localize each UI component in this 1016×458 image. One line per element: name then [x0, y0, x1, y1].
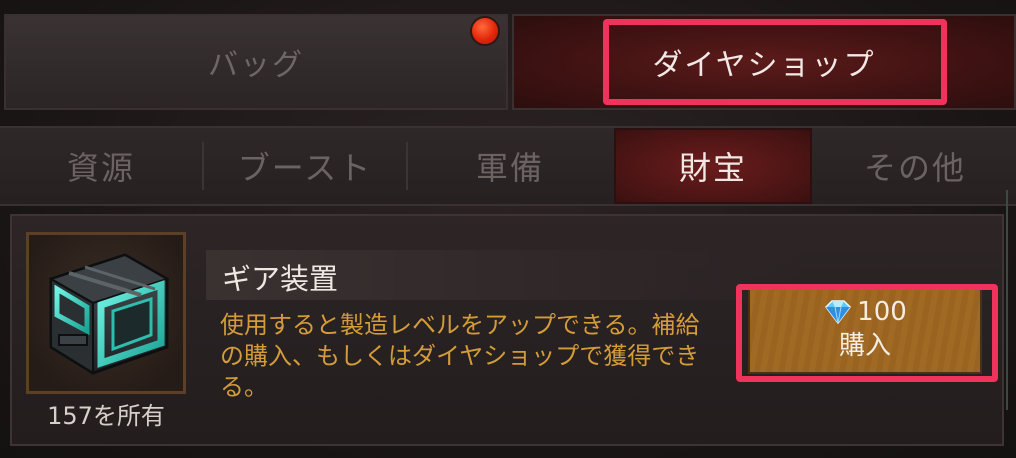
highlight-box-buy-button — [736, 284, 998, 382]
tab-bag[interactable]: バッグ — [4, 14, 508, 110]
tab-resources[interactable]: 資源 — [0, 128, 202, 204]
tab-other-label: その他 — [863, 149, 966, 187]
notification-dot-icon — [470, 16, 500, 46]
tab-treasure[interactable]: 財宝 — [614, 128, 812, 204]
tab-other[interactable]: その他 — [814, 128, 1016, 204]
item-title: ギア装置 — [222, 262, 339, 296]
item-icon-frame[interactable] — [26, 232, 186, 394]
tab-bag-label: バッグ — [208, 48, 304, 83]
item-description: 使用すると製造レベルをアップできる。補給の購入、もしくはダイヤショップで獲得でき… — [220, 311, 700, 401]
panel-edge — [1006, 190, 1016, 410]
tab-boost[interactable]: ブースト — [204, 128, 406, 204]
highlight-box-diamond-shop — [603, 19, 947, 105]
tab-armament[interactable]: 軍備 — [408, 128, 612, 204]
tab-boost-label: ブースト — [237, 149, 373, 187]
shop-screen: バッグ ダイヤショップ 資源 ブースト 軍備 財宝 その他 157を所有 ギア装… — [0, 0, 1016, 458]
tab-armament-label: 軍備 — [475, 149, 544, 187]
tab-treasure-label: 財宝 — [678, 149, 747, 187]
category-tabs: 資源 ブースト 軍備 財宝 その他 — [0, 126, 1016, 206]
owned-count: 157を所有 — [47, 402, 165, 430]
tab-resources-label: 資源 — [66, 149, 135, 187]
item-title-bar: ギア装置 — [206, 250, 808, 300]
gear-device-crate-icon — [48, 253, 170, 375]
